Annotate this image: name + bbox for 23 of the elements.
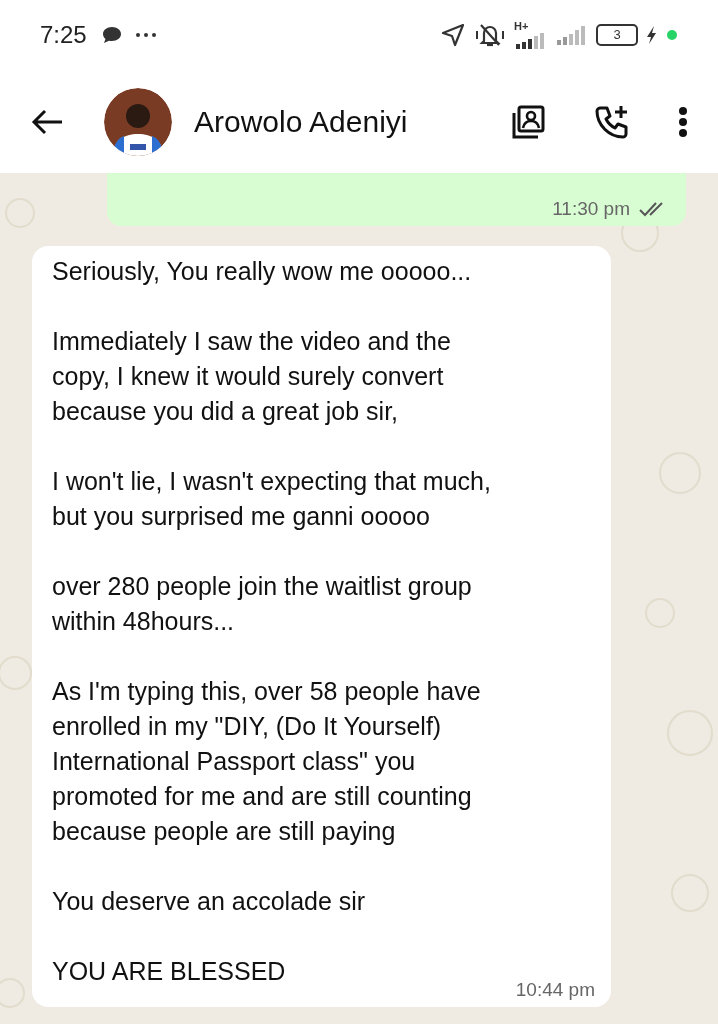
message-text: YOU ARE BLESSED (52, 956, 287, 987)
message-text: I won't lie, I wasn't expecting that much, but you surprised me ganni ooooo (52, 466, 492, 532)
chat-bubble-icon (100, 25, 123, 45)
message-time: 11:30 pm (552, 198, 630, 220)
message-text: As I'm typing this, over 58 people have enrolled in my "DIY, (Do It Yourself) International Passport class" you promoted for me and are still counting because people are still paying (52, 676, 482, 847)
message-text: You deserve an accolade sir (52, 886, 367, 917)
back-arrow-icon (30, 107, 64, 136)
more-notifications-icon (134, 32, 157, 38)
message-time: 10:44 pm (515, 979, 595, 1001)
message-text: Seriously, You really wow me ooooo... (52, 256, 473, 287)
photo-gallery-icon (510, 103, 546, 140)
battery-indicator: 3 (596, 24, 638, 46)
message-text: Immediately I saw the video and the copy, I knew it would surely convert because you did a great job sir, (52, 326, 452, 427)
phone-plus-icon (594, 103, 630, 140)
clock-time: 7:25 (40, 21, 87, 49)
signal-icon (556, 24, 588, 46)
contact-name[interactable]: Arowolo Adeniyi (194, 104, 506, 139)
charging-bolt-icon (646, 25, 658, 45)
more-vertical-icon (678, 105, 688, 138)
status-dot-icon (666, 29, 678, 41)
network-type: H+ (514, 20, 529, 32)
location-arrow-icon (440, 22, 466, 48)
message-text: over 280 people join the waitlist group within 48hours... (52, 571, 473, 637)
